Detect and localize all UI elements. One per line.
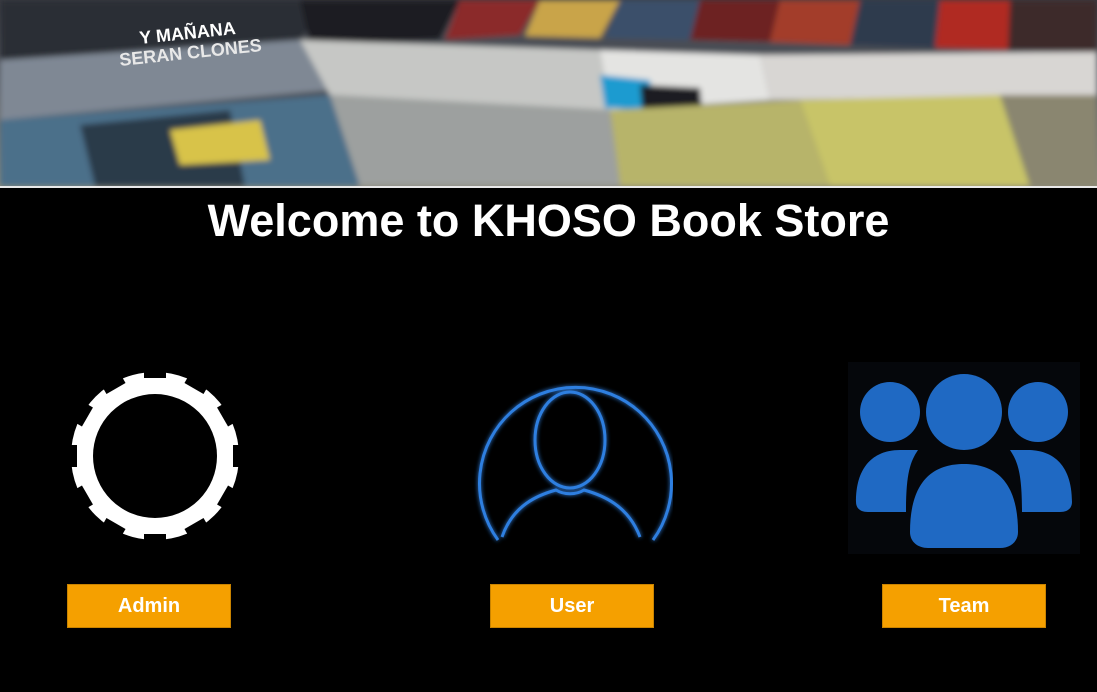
team-icon: [848, 362, 1080, 554]
user-icon: [478, 385, 673, 541]
banner-divider: [0, 186, 1097, 188]
bookshelf-photo: Y MAÑANA SERAN CLONES: [0, 0, 1097, 186]
banner-image: Y MAÑANA SERAN CLONES: [0, 0, 1097, 186]
gear-icon: [55, 356, 255, 556]
page-title: Welcome to KHOSO Book Store: [207, 195, 890, 246]
user-button[interactable]: User: [490, 584, 654, 628]
admin-button[interactable]: Admin: [67, 584, 231, 628]
team-button[interactable]: Team: [882, 584, 1046, 628]
